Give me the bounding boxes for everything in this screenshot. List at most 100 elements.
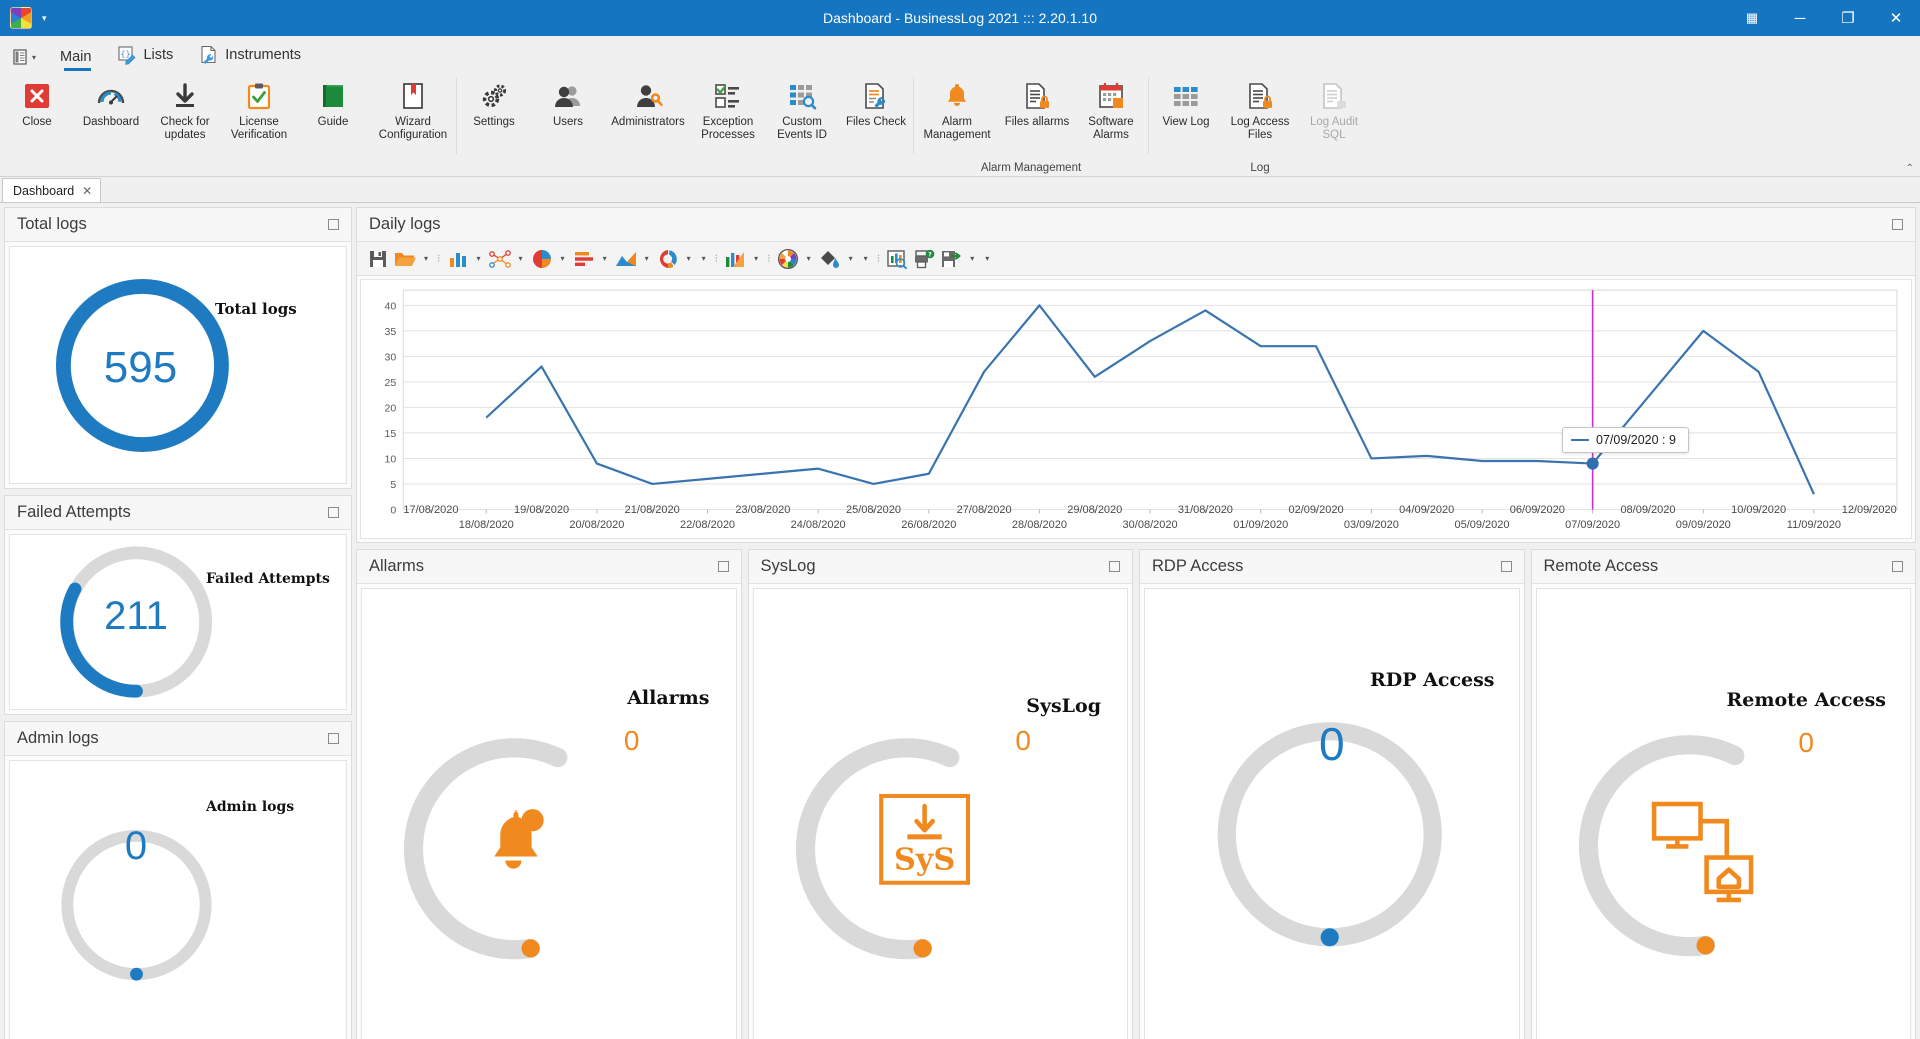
chevron-down-icon[interactable]: ▾ bbox=[419, 254, 433, 263]
restore-panel-button[interactable] bbox=[1892, 561, 1903, 572]
panel-header: SysLog bbox=[749, 550, 1133, 584]
gauge-rdp-access: RDP Access 0 bbox=[1145, 589, 1519, 1039]
panel-body[interactable]: RDP Access 0 bbox=[1144, 588, 1520, 1039]
restore-panel-button[interactable] bbox=[328, 219, 339, 230]
bar-chart-icon[interactable] bbox=[445, 246, 471, 272]
chevron-down-icon[interactable]: ▾ bbox=[980, 254, 994, 263]
gauge-failed-attempts: Failed Attempts 211 bbox=[10, 535, 346, 709]
panel-body[interactable]: Admin logs 0 bbox=[9, 760, 347, 1039]
pie-chart-icon[interactable] bbox=[529, 246, 555, 272]
ribbon-item-files-check[interactable]: Files Check bbox=[839, 77, 913, 129]
minimize-button[interactable]: ─ bbox=[1776, 0, 1824, 36]
ribbon-item-wizard-configuration[interactable]: Wizard Configuration bbox=[370, 77, 456, 141]
gauge-value: 595 bbox=[10, 343, 271, 393]
ribbon-item-alarm-management[interactable]: Alarm Management bbox=[914, 77, 1000, 141]
quick-access-caret-icon[interactable]: ▾ bbox=[42, 13, 47, 24]
grid-blue-icon bbox=[1171, 79, 1201, 113]
ribbon-item-administrators[interactable]: Administrators bbox=[605, 77, 691, 129]
ribbon-item-files-allarms[interactable]: Files allarms bbox=[1000, 77, 1074, 129]
paint-bucket-icon[interactable] bbox=[817, 246, 843, 272]
panel-title: Allarms bbox=[369, 557, 424, 576]
color-palette-icon[interactable] bbox=[775, 246, 801, 272]
gauge-value: 211 bbox=[10, 594, 262, 639]
ribbon-item-label: Close bbox=[22, 116, 51, 129]
combo-chart-icon[interactable] bbox=[722, 246, 748, 272]
chevron-down-icon[interactable]: ▾ bbox=[965, 254, 979, 263]
workspace: Total logs Total logs 595 Failed Attempt… bbox=[0, 203, 1920, 1039]
restore-panel-button[interactable] bbox=[328, 507, 339, 518]
ribbon-item-check-for-updates[interactable]: Check for updates bbox=[148, 77, 222, 141]
panel-body[interactable]: Remote Access 0 bbox=[1536, 588, 1912, 1039]
gears-icon bbox=[479, 79, 509, 113]
chevron-down-icon[interactable]: ▾ bbox=[556, 254, 570, 263]
area-chart-icon[interactable] bbox=[613, 246, 639, 272]
ribbon-item-guide[interactable]: Guide bbox=[296, 77, 370, 129]
chevron-down-icon[interactable]: ▾ bbox=[640, 254, 654, 263]
grid-search-icon bbox=[787, 79, 817, 113]
ribbon-item-custom-events-id[interactable]: Custom Events ID bbox=[765, 77, 839, 141]
svg-text:10: 10 bbox=[384, 453, 396, 465]
ribbon-item-exception-processes[interactable]: Exception Processes bbox=[691, 77, 765, 141]
maximize-button[interactable]: ❐ bbox=[1824, 0, 1872, 36]
ribbon-collapse-button[interactable]: ⌃ bbox=[1906, 163, 1914, 174]
ribbon-item-users[interactable]: Users bbox=[531, 77, 605, 129]
chevron-down-icon[interactable]: ▾ bbox=[682, 254, 696, 263]
chevron-down-icon[interactable]: ▾ bbox=[844, 254, 858, 263]
ribbon-item-settings[interactable]: Settings bbox=[457, 77, 531, 129]
chevron-down-icon[interactable]: ▾ bbox=[749, 254, 763, 263]
ribbon-item-log-audit-sql[interactable]: Log Audit SQL bbox=[1297, 77, 1371, 141]
chevron-down-icon[interactable]: ▾ bbox=[514, 254, 528, 263]
restore-panel-button[interactable] bbox=[1501, 561, 1512, 572]
tab-lists[interactable]: {} Lists bbox=[107, 41, 187, 72]
restore-panel-button[interactable] bbox=[718, 561, 729, 572]
panel-header: Total logs bbox=[5, 208, 351, 242]
doc-tab-dashboard[interactable]: Dashboard ✕ bbox=[2, 178, 101, 202]
chevron-down-icon[interactable]: ▾ bbox=[598, 254, 612, 263]
panel-body[interactable]: Failed Attempts 211 bbox=[9, 534, 347, 710]
ribbon-item-dashboard[interactable]: Dashboard bbox=[74, 77, 148, 129]
restore-layout-button[interactable]: ▦ bbox=[1728, 0, 1776, 36]
qat-caret-icon[interactable]: ▾ bbox=[32, 53, 36, 62]
download-arrow-icon bbox=[170, 79, 200, 113]
export-icon[interactable] bbox=[938, 246, 964, 272]
ribbon-item-label: Check for updates bbox=[150, 116, 220, 141]
quick-access-toolbar[interactable]: ▾ bbox=[8, 48, 48, 72]
document-list-icon[interactable] bbox=[12, 48, 30, 66]
ribbon-item-license-verification[interactable]: License Verification bbox=[222, 77, 296, 141]
chevron-down-icon[interactable]: ▾ bbox=[859, 254, 873, 263]
scatter-network-icon[interactable] bbox=[487, 246, 513, 272]
panel-body[interactable]: SyS SysLog 0 bbox=[753, 588, 1129, 1039]
ribbon-item-view-log[interactable]: View Log bbox=[1149, 77, 1223, 129]
svg-text:35: 35 bbox=[384, 326, 396, 338]
toolbar-dots: ⁝ bbox=[434, 256, 444, 262]
chart-canvas: 0510152025303540 bbox=[361, 280, 1911, 538]
ribbon-item-log-access-files[interactable]: Log Access Files bbox=[1223, 77, 1297, 141]
chevron-down-icon[interactable]: ▾ bbox=[802, 254, 816, 263]
restore-panel-button[interactable] bbox=[1892, 219, 1903, 230]
chevron-down-icon[interactable]: ▾ bbox=[472, 254, 486, 263]
ribbon-group-label: Alarm Management bbox=[914, 162, 1148, 174]
daily-logs-chart[interactable]: 0510152025303540 07/09/2020 : 9 17/08/20… bbox=[360, 279, 1912, 539]
restore-panel-button[interactable] bbox=[328, 733, 339, 744]
ribbon-item-label: Users bbox=[553, 116, 583, 129]
tab-main[interactable]: Main bbox=[50, 45, 105, 72]
panel-body[interactable]: Allarms 0 bbox=[361, 588, 737, 1039]
ribbon-item-label: Log Audit SQL bbox=[1299, 116, 1369, 141]
chart-preview-icon[interactable] bbox=[884, 246, 910, 272]
ribbon-item-software-alarms[interactable]: Software Alarms bbox=[1074, 77, 1148, 141]
svg-text:SyS: SyS bbox=[893, 842, 954, 877]
chevron-down-icon[interactable]: ▾ bbox=[697, 254, 711, 263]
save-icon[interactable] bbox=[365, 246, 391, 272]
donut-chart-icon[interactable] bbox=[655, 246, 681, 272]
restore-panel-button[interactable] bbox=[1109, 561, 1120, 572]
open-folder-icon[interactable] bbox=[392, 246, 418, 272]
panel-body[interactable]: Total logs 595 bbox=[9, 246, 347, 484]
close-button[interactable]: ✕ bbox=[1872, 0, 1920, 36]
ribbon-item-close[interactable]: Close bbox=[0, 77, 74, 129]
close-icon[interactable]: ✕ bbox=[82, 184, 92, 198]
ribbon-item-label: Exception Processes bbox=[693, 116, 763, 141]
app-logo-icon[interactable] bbox=[10, 7, 32, 29]
print-help-icon[interactable]: ? bbox=[911, 246, 937, 272]
tab-instruments[interactable]: Instruments bbox=[189, 41, 315, 72]
horizontal-bar-icon[interactable] bbox=[571, 246, 597, 272]
